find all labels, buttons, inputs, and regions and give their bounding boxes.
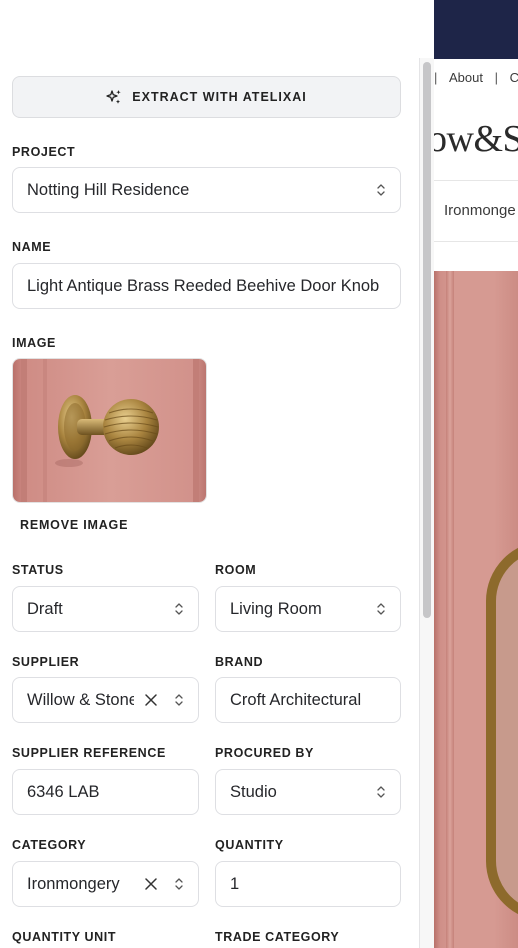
remove-image-button[interactable]: REMOVE IMAGE [20, 518, 128, 532]
site-nav-item[interactable]: C [510, 70, 518, 85]
trade-category-label: TRADE CATEGORY [215, 930, 340, 944]
quantity-label: QUANTITY [215, 838, 284, 852]
product-image-thumbnail [12, 358, 207, 503]
name-value: Light Antique Brass Reeded Beehive Door … [27, 276, 380, 295]
product-photo [434, 271, 518, 948]
door-knob-photo [13, 359, 206, 502]
project-value: Notting Hill Residence [27, 180, 190, 199]
quantity-input[interactable]: 1 [215, 861, 401, 907]
divider [434, 180, 518, 181]
brand-value: Croft Architectural [230, 690, 362, 709]
chevron-up-down-icon [175, 603, 183, 615]
category-select[interactable]: Ironmongery [12, 861, 199, 907]
extract-button-label: EXTRACT WITH ATELIXAI [132, 90, 307, 104]
chevron-up-down-icon [377, 184, 385, 196]
clear-icon[interactable] [144, 877, 158, 891]
room-select[interactable]: Living Room [215, 586, 401, 632]
door-knob-image [486, 541, 518, 921]
supplier-select[interactable]: Willow & Stone [12, 677, 199, 723]
supplier-reference-input[interactable]: 6346 LAB [12, 769, 199, 815]
site-top-bar [434, 0, 518, 59]
status-value: Draft [27, 599, 63, 618]
quantity-value: 1 [230, 874, 240, 893]
site-logo[interactable]: ow&St [434, 117, 518, 161]
site-nav-about[interactable]: About [449, 70, 483, 85]
brand-input[interactable]: Croft Architectural [215, 677, 401, 723]
door-groove [446, 271, 454, 948]
category-label: CATEGORY [12, 838, 87, 852]
procured-by-label: PROCURED BY [215, 746, 314, 760]
procured-by-select[interactable]: Studio [215, 769, 401, 815]
sparkle-icon [106, 90, 121, 104]
room-label: ROOM [215, 563, 257, 577]
clipper-panel: EXTRACT WITH ATELIXAI PROJECT Notting Hi… [0, 0, 434, 948]
supplier-value: Willow & Stone [27, 690, 134, 709]
scrollbar-thumb[interactable] [423, 62, 431, 618]
supplier-label: SUPPLIER [12, 655, 80, 669]
project-label: PROJECT [12, 145, 76, 159]
procured-by-value: Studio [230, 782, 277, 801]
divider [434, 241, 518, 242]
room-value: Living Room [230, 599, 322, 618]
project-select[interactable]: Notting Hill Residence [12, 167, 401, 213]
status-label: STATUS [12, 563, 64, 577]
name-input[interactable]: Light Antique Brass Reeded Beehive Door … [12, 263, 401, 309]
supplier-reference-label: SUPPLIER REFERENCE [12, 746, 166, 760]
clear-icon[interactable] [144, 693, 158, 707]
quantity-unit-label: QUANTITY UNIT [12, 930, 117, 944]
chevron-up-down-icon [377, 786, 385, 798]
chevron-up-down-icon [377, 603, 385, 615]
chevron-up-down-icon [175, 878, 183, 890]
category-value: Ironmongery [27, 874, 120, 893]
site-breadcrumb[interactable]: Ironmonge [444, 202, 516, 219]
website-background: | About | C ow&St Ironmonge [434, 0, 518, 948]
name-label: NAME [12, 240, 52, 254]
status-select[interactable]: Draft [12, 586, 199, 632]
image-label: IMAGE [12, 336, 56, 350]
brand-label: BRAND [215, 655, 264, 669]
extract-with-atelixai-button[interactable]: EXTRACT WITH ATELIXAI [12, 76, 401, 118]
site-nav: | About | C [434, 70, 518, 85]
supplier-reference-value: 6346 LAB [27, 782, 100, 801]
chevron-up-down-icon [175, 694, 183, 706]
